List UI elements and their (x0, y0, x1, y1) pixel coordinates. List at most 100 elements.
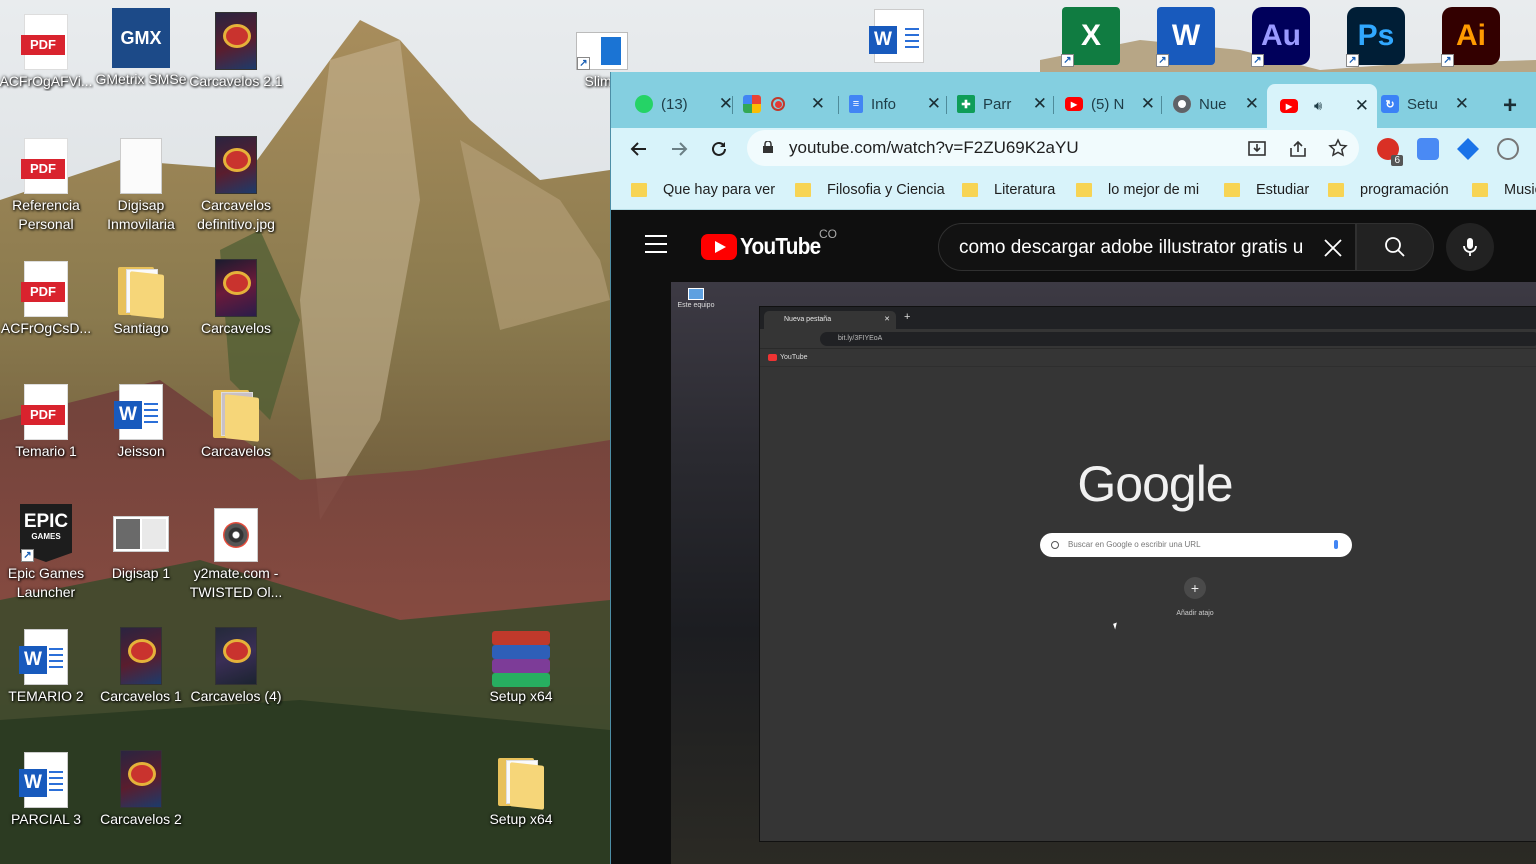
desktop-icon[interactable]: Setup x64 (475, 746, 567, 864)
tab-whatsapp[interactable]: (13) ✕ (635, 86, 741, 122)
folder-icon (795, 183, 811, 197)
desktop-icon[interactable]: Carcavelos (190, 255, 282, 373)
back-button[interactable] (627, 137, 651, 161)
back-arrow-icon (630, 142, 646, 156)
desktop-icon-label: Carcavelos (200, 443, 272, 459)
poster-image-icon (215, 259, 257, 317)
tab-new-tab[interactable]: Nue ✕ (1173, 86, 1267, 122)
share-icon[interactable] (1288, 139, 1308, 159)
reload-button[interactable] (707, 137, 731, 161)
lock-icon (763, 141, 773, 153)
tab-photos[interactable]: ✕ (743, 86, 833, 122)
tab-setup[interactable]: ↻ Setu ✕ (1381, 86, 1477, 122)
desktop-icon[interactable]: PDF ACFrOgAFVi... (0, 8, 93, 126)
illustrator-icon[interactable]: Ai ↗ (1441, 7, 1500, 67)
desktop-icon[interactable]: Carcavelos 2 (95, 746, 187, 864)
image-collection-icon (113, 516, 169, 552)
bookmark-folder[interactable]: Que hay para ver (631, 179, 775, 201)
install-icon[interactable] (1247, 139, 1267, 159)
desktop-icon-label: ACFrOgAFVi... (0, 73, 93, 89)
youtube-search-input[interactable]: como descargar adobe illustrator gratis … (938, 223, 1356, 271)
desktop-icon[interactable]: W TEMARIO 2 (0, 623, 92, 741)
tab-separator (946, 96, 947, 114)
pdf-file-icon: PDF (21, 261, 68, 317)
desktop-icon[interactable]: Carcavelos (4) (190, 623, 282, 741)
bookmark-folder[interactable]: Musica (1472, 179, 1536, 201)
video-player[interactable]: Este equipo Nueva pestaña ✕ + bit.ly/3FIY… (671, 282, 1536, 864)
bookmark-star-icon[interactable] (1328, 138, 1348, 158)
google-logo: Google (1077, 456, 1233, 512)
voice-search-button[interactable] (1446, 223, 1494, 271)
desktop-icon-label: Epic Games Launcher (7, 565, 85, 600)
desktop-icon[interactable]: Setup x64 (475, 623, 567, 741)
search-button[interactable] (1356, 223, 1434, 271)
close-icon[interactable]: ✕ (1245, 94, 1259, 114)
close-icon[interactable]: ✕ (1141, 94, 1155, 114)
tab-youtube[interactable]: ▶ (5) N ✕ (1065, 86, 1163, 122)
photoshop-icon[interactable]: Ps ↗ (1346, 7, 1405, 67)
desktop-icon[interactable]: W PARCIAL 3 (0, 746, 92, 864)
reload-icon (712, 141, 726, 156)
address-bar[interactable]: youtube.com/watch?v=F2ZU69K2aYU (747, 130, 1359, 166)
desktop-icon[interactable]: PDF Temario 1 (0, 378, 92, 496)
desktop-icon[interactable]: y2mate.com - TWISTED Ol... (190, 500, 282, 618)
adblock-extension-icon[interactable]: 6 (1377, 138, 1403, 166)
bookmark-folder[interactable]: programación (1328, 179, 1449, 201)
forward-button[interactable] (667, 137, 691, 161)
youtube-logo[interactable]: YouTube (701, 233, 829, 260)
desktop-icon[interactable]: Carcavelos (190, 378, 282, 496)
word-icon[interactable]: W ↗ (1156, 7, 1215, 67)
bookmark-folder[interactable]: lo mejor de mi (1076, 179, 1199, 201)
desktop-icon[interactable]: EPIC GAMES ↗ Epic Games Launcher (0, 500, 92, 618)
close-icon[interactable]: ✕ (927, 94, 941, 114)
hamburger-menu-icon[interactable] (645, 235, 667, 253)
youtube-play-icon (701, 233, 737, 260)
translate-extension-icon[interactable] (1417, 138, 1439, 160)
close-icon[interactable]: ✕ (1033, 94, 1047, 114)
desktop-icon-label: Carcavelos (4) (190, 688, 282, 704)
close-icon[interactable]: ✕ (1355, 96, 1369, 116)
tab-docs[interactable]: ≡ Info ✕ (849, 86, 949, 122)
bookmark-folder[interactable]: Filosofia y Ciencia (795, 179, 945, 201)
close-icon[interactable]: ✕ (719, 94, 733, 114)
google-search-box: Buscar en Google o escribir una URL (1040, 533, 1352, 557)
chrome-window: (13) ✕ ✕ ≡ Info ✕ ✚ Parr ✕ ▶ (5) N ✕ Nue… (610, 72, 1536, 864)
tab-youtube-active[interactable]: ▶ 🔊︎ ✕ (1267, 84, 1377, 128)
youtube-icon: ▶ (1065, 97, 1083, 111)
poster-image-icon (215, 627, 257, 685)
audition-icon[interactable]: Au ↗ (1251, 7, 1310, 67)
close-icon[interactable]: ✕ (1455, 94, 1469, 114)
desktop-icon[interactable]: Carcavelos 1 (95, 623, 187, 741)
desktop-icon-label: Referencia Personal (12, 197, 80, 232)
folder-icon (962, 183, 978, 197)
inner-bookmark: YouTube (760, 349, 1536, 367)
inner-new-tab-icon: + (904, 311, 911, 323)
desktop-icon[interactable]: PDF Referencia Personal (0, 132, 92, 250)
checkmark-extension-icon[interactable] (1457, 138, 1479, 160)
clear-icon[interactable] (1321, 236, 1345, 260)
tab-sheets[interactable]: ✚ Parr ✕ (957, 86, 1055, 122)
tab-separator (838, 96, 839, 114)
excel-icon[interactable]: X ↗ (1061, 7, 1120, 67)
desktop-icon[interactable]: Carcavelos 2.1 (189, 8, 283, 126)
word-file-icon[interactable]: W (869, 7, 928, 65)
desktop-icon[interactable]: Digisap 1 (95, 500, 187, 618)
settings-extension-icon[interactable] (1497, 138, 1519, 160)
folder-icon (1224, 183, 1240, 197)
folder-icon (116, 263, 166, 319)
desktop-icon[interactable]: Carcavelos definitivo.jpg (190, 132, 282, 250)
mouse-cursor-icon (1113, 622, 1119, 630)
speaker-icon[interactable]: 🔊︎ (1314, 98, 1322, 114)
new-tab-button[interactable]: + (1503, 92, 1517, 120)
desktop-icon[interactable]: GMX GMetrix SMSe (95, 6, 187, 124)
desktop-icon[interactable]: Digisap Inmovilaria (95, 132, 187, 250)
tab-separator (732, 96, 733, 114)
bookmark-folder[interactable]: Estudiar (1224, 179, 1309, 201)
desktop-icon-label: Santiago (113, 320, 169, 336)
desktop-icon[interactable]: PDF ACFrOgCsD... (0, 255, 92, 373)
inner-url: bit.ly/3FIYEoA (820, 332, 1536, 346)
desktop-icon[interactable]: Santiago (95, 255, 187, 373)
desktop-icon[interactable]: W Jeisson (95, 378, 187, 496)
close-icon[interactable]: ✕ (811, 94, 825, 114)
bookmark-folder[interactable]: Literatura (962, 179, 1055, 201)
